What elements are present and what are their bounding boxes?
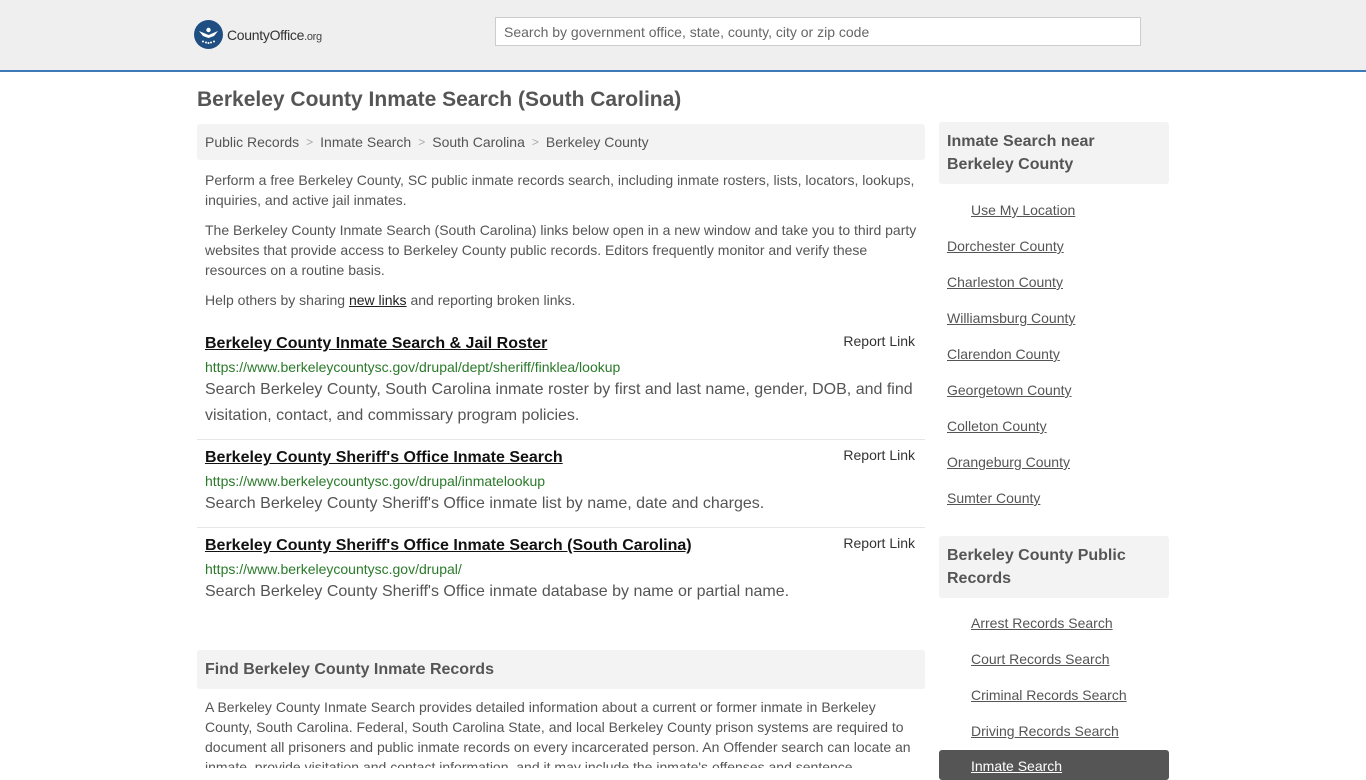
result-title-link[interactable]: Berkeley County Sheriff's Office Inmate … (205, 447, 563, 469)
intro-sharing: Help others by sharing new links and rep… (205, 292, 576, 308)
results-list: Berkeley County Inmate Search & Jail Ros… (197, 326, 925, 615)
intro-paragraph: The Berkeley County Inmate Search (South… (205, 222, 917, 278)
new-links-link[interactable]: new links (349, 292, 407, 308)
breadcrumb-separator: > (306, 135, 314, 149)
breadcrumb-south-carolina[interactable]: South Carolina (432, 134, 525, 150)
breadcrumb: Public Records > Inmate Search > South C… (197, 124, 925, 160)
result-url: https://www.berkeleycountysc.gov/drupal/ (205, 561, 462, 577)
nearby-search-heading: Inmate Search near Berkeley County (939, 122, 1169, 184)
result-description: Search Berkeley County Sheriff's Office … (205, 583, 790, 600)
breadcrumb-berkeley-county: Berkeley County (545, 134, 649, 150)
public-records-heading: Berkeley County Public Records (939, 536, 1169, 598)
result-url: https://www.berkeleycountysc.gov/drupal/… (205, 473, 546, 489)
nearby-county-link[interactable]: Clarendon County (947, 344, 1075, 380)
nearby-county-link[interactable]: Colleton County (947, 416, 1075, 452)
records-link-inmate-active[interactable]: Inmate Search (939, 750, 1169, 780)
breadcrumb-separator: > (531, 135, 539, 149)
use-my-location-link[interactable]: Use My Location (971, 200, 1075, 236)
nearby-county-link[interactable]: Charleston County (947, 272, 1075, 308)
result-description: Search Berkeley County Sheriff's Office … (205, 495, 765, 512)
result-description: Search Berkeley County, South Carolina i… (205, 381, 913, 424)
intro-paragraph: Perform a free Berkeley County, SC publi… (205, 172, 915, 208)
nearby-county-link[interactable]: Georgetown County (947, 380, 1075, 416)
result-item: Berkeley County Sheriff's Office Inmate … (197, 440, 925, 528)
nearby-county-list: Use My Location Dorchester County Charle… (947, 200, 1075, 524)
result-url: https://www.berkeleycountysc.gov/drupal/… (205, 359, 621, 375)
result-item: Berkeley County Sheriff's Office Inmate … (197, 528, 925, 615)
nearby-county-link[interactable]: Dorchester County (947, 236, 1075, 272)
records-link-arrest[interactable]: Arrest Records Search (971, 613, 1127, 649)
page-title: Berkeley County Inmate Search (South Car… (197, 88, 682, 111)
records-link-criminal[interactable]: Criminal Records Search (971, 685, 1127, 721)
result-title-link[interactable]: Berkeley County Sheriff's Office Inmate … (205, 535, 692, 557)
result-title-link[interactable]: Berkeley County Inmate Search & Jail Ros… (205, 333, 547, 355)
breadcrumb-inmate-search[interactable]: Inmate Search (320, 134, 411, 150)
report-link-button[interactable]: Report Link (843, 535, 915, 551)
records-link-court[interactable]: Court Records Search (971, 649, 1127, 685)
find-records-text: A Berkeley County Inmate Search provides… (205, 699, 911, 768)
nearby-county-link[interactable]: Orangeburg County (947, 452, 1075, 488)
nearby-county-link[interactable]: Williamsburg County (947, 308, 1075, 344)
logo-wordmark: CountyOffice.org (227, 26, 322, 43)
breadcrumb-public-records[interactable]: Public Records (205, 134, 299, 150)
intro-text: Perform a free Berkeley County, SC publi… (205, 170, 920, 320)
nearby-county-link[interactable]: Sumter County (947, 488, 1075, 524)
breadcrumb-separator: > (418, 135, 426, 149)
report-link-button[interactable]: Report Link (843, 333, 915, 349)
eagle-seal-icon (194, 20, 223, 49)
site-header: CountyOffice.org (0, 0, 1366, 72)
public-records-list: Arrest Records Search Court Records Sear… (947, 613, 1127, 757)
find-records-heading: Find Berkeley County Inmate Records (197, 650, 925, 689)
report-link-button[interactable]: Report Link (843, 447, 915, 463)
site-logo[interactable]: CountyOffice.org (194, 20, 322, 49)
result-item: Berkeley County Inmate Search & Jail Ros… (197, 326, 925, 440)
search-input[interactable] (495, 17, 1141, 46)
